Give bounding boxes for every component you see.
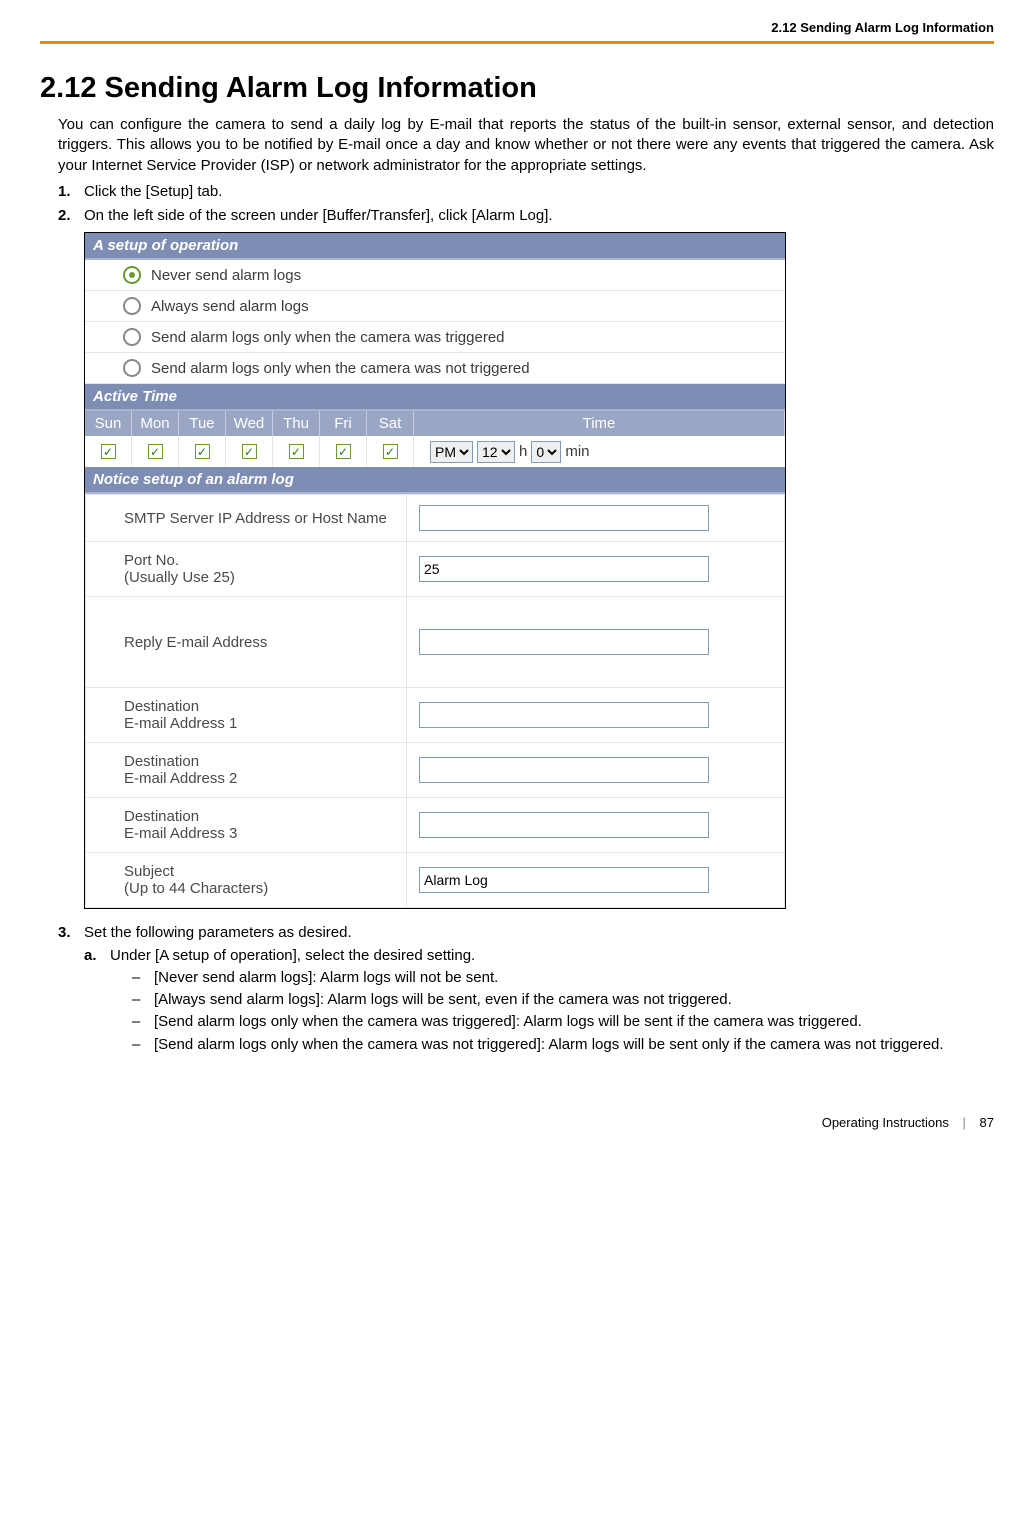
radio-always-send[interactable]: Always send alarm logs [85, 291, 785, 322]
dest1-input[interactable] [419, 702, 709, 728]
day-header-wed: Wed [226, 411, 273, 436]
checkbox-fri[interactable]: ✓ [336, 444, 351, 459]
checkbox-sat[interactable]: ✓ [383, 444, 398, 459]
port-input[interactable] [419, 556, 709, 582]
checkbox-mon[interactable]: ✓ [148, 444, 163, 459]
checkbox-tue[interactable]: ✓ [195, 444, 210, 459]
page-footer: Operating Instructions | 87 [40, 1115, 994, 1130]
day-header-sat: Sat [367, 411, 414, 436]
dest3-label: Destination E-mail Address 3 [86, 798, 407, 853]
radio-never-send-label: Never send alarm logs [151, 267, 301, 284]
step-1: 1. Click the [Setup] tab. [58, 182, 994, 202]
step-3: 3. Set the following parameters as desir… [58, 923, 994, 1055]
step-1-number: 1. [58, 182, 71, 202]
running-header: 2.12 Sending Alarm Log Information [40, 20, 994, 41]
day-checkbox-row: ✓ ✓ ✓ ✓ ✓ ✓ ✓ PM 12 h 0 min [85, 436, 785, 467]
footer-divider: | [963, 1115, 966, 1130]
alarm-log-settings-panel: A setup of operation Never send alarm lo… [84, 232, 786, 909]
radio-send-when-not-triggered[interactable]: Send alarm logs only when the camera was… [85, 353, 785, 384]
radio-unselected-icon [123, 297, 141, 315]
day-header-fri: Fri [320, 411, 367, 436]
step-2-number: 2. [58, 206, 71, 226]
smtp-input[interactable] [419, 505, 709, 531]
radio-selected-icon [123, 266, 141, 284]
step-2-text: On the left side of the screen under [Bu… [84, 207, 553, 224]
substep-a-text: Under [A setup of operation], select the… [110, 947, 475, 964]
minute-label: min [565, 443, 589, 460]
section-title: 2.12 Sending Alarm Log Information [40, 72, 994, 105]
hour-label: h [519, 443, 527, 460]
substep-a-letter: a. [84, 946, 97, 966]
step-3-text: Set the following parameters as desired. [84, 924, 352, 941]
radio-unselected-icon [123, 328, 141, 346]
subject-label: Subject (Up to 44 Characters) [86, 853, 407, 908]
dest1-label: Destination E-mail Address 1 [86, 688, 407, 743]
step-3-number: 3. [58, 923, 71, 943]
bullet-not-triggered: [Send alarm logs only when the camera wa… [132, 1035, 994, 1055]
day-header-sun: Sun [85, 411, 132, 436]
checkbox-thu[interactable]: ✓ [289, 444, 304, 459]
reply-input[interactable] [419, 629, 709, 655]
step-2: 2. On the left side of the screen under … [58, 206, 994, 226]
day-header-thu: Thu [273, 411, 320, 436]
footer-page-number: 87 [980, 1115, 994, 1130]
bullet-triggered: [Send alarm logs only when the camera wa… [132, 1012, 994, 1032]
reply-label: Reply E-mail Address [86, 597, 407, 688]
minute-select[interactable]: 0 [531, 441, 561, 463]
dest2-input[interactable] [419, 757, 709, 783]
footer-doc-title: Operating Instructions [822, 1115, 949, 1130]
step-1-text: Click the [Setup] tab. [84, 183, 222, 200]
dest2-label: Destination E-mail Address 2 [86, 743, 407, 798]
radio-send-when-not-triggered-label: Send alarm logs only when the camera was… [151, 360, 530, 377]
day-header-mon: Mon [132, 411, 179, 436]
checkbox-sun[interactable]: ✓ [101, 444, 116, 459]
hour-select[interactable]: 12 [477, 441, 515, 463]
notice-setup-header: Notice setup of an alarm log [85, 467, 785, 494]
checkbox-wed[interactable]: ✓ [242, 444, 257, 459]
bullet-never: [Never send alarm logs]: Alarm logs will… [132, 968, 994, 988]
setup-of-operation-header: A setup of operation [85, 233, 785, 260]
radio-send-when-triggered-label: Send alarm logs only when the camera was… [151, 329, 505, 346]
day-header-time: Time [414, 411, 785, 436]
dest3-input[interactable] [419, 812, 709, 838]
day-header-row: Sun Mon Tue Wed Thu Fri Sat Time [85, 411, 785, 436]
substep-a: a. Under [A setup of operation], select … [84, 946, 994, 1055]
radio-never-send[interactable]: Never send alarm logs [85, 260, 785, 291]
bullet-always: [Always send alarm logs]: Alarm logs wil… [132, 990, 994, 1010]
notice-form-table: SMTP Server IP Address or Host Name Port… [85, 494, 785, 908]
day-header-tue: Tue [179, 411, 226, 436]
smtp-label: SMTP Server IP Address or Host Name [86, 495, 407, 542]
radio-send-when-triggered[interactable]: Send alarm logs only when the camera was… [85, 322, 785, 353]
intro-paragraph: You can configure the camera to send a d… [58, 115, 994, 176]
radio-unselected-icon [123, 359, 141, 377]
ampm-select[interactable]: PM [430, 441, 473, 463]
subject-input[interactable] [419, 867, 709, 893]
active-time-header: Active Time [85, 384, 785, 411]
header-rule [40, 41, 994, 44]
port-label: Port No. (Usually Use 25) [86, 542, 407, 597]
radio-always-send-label: Always send alarm logs [151, 298, 309, 315]
